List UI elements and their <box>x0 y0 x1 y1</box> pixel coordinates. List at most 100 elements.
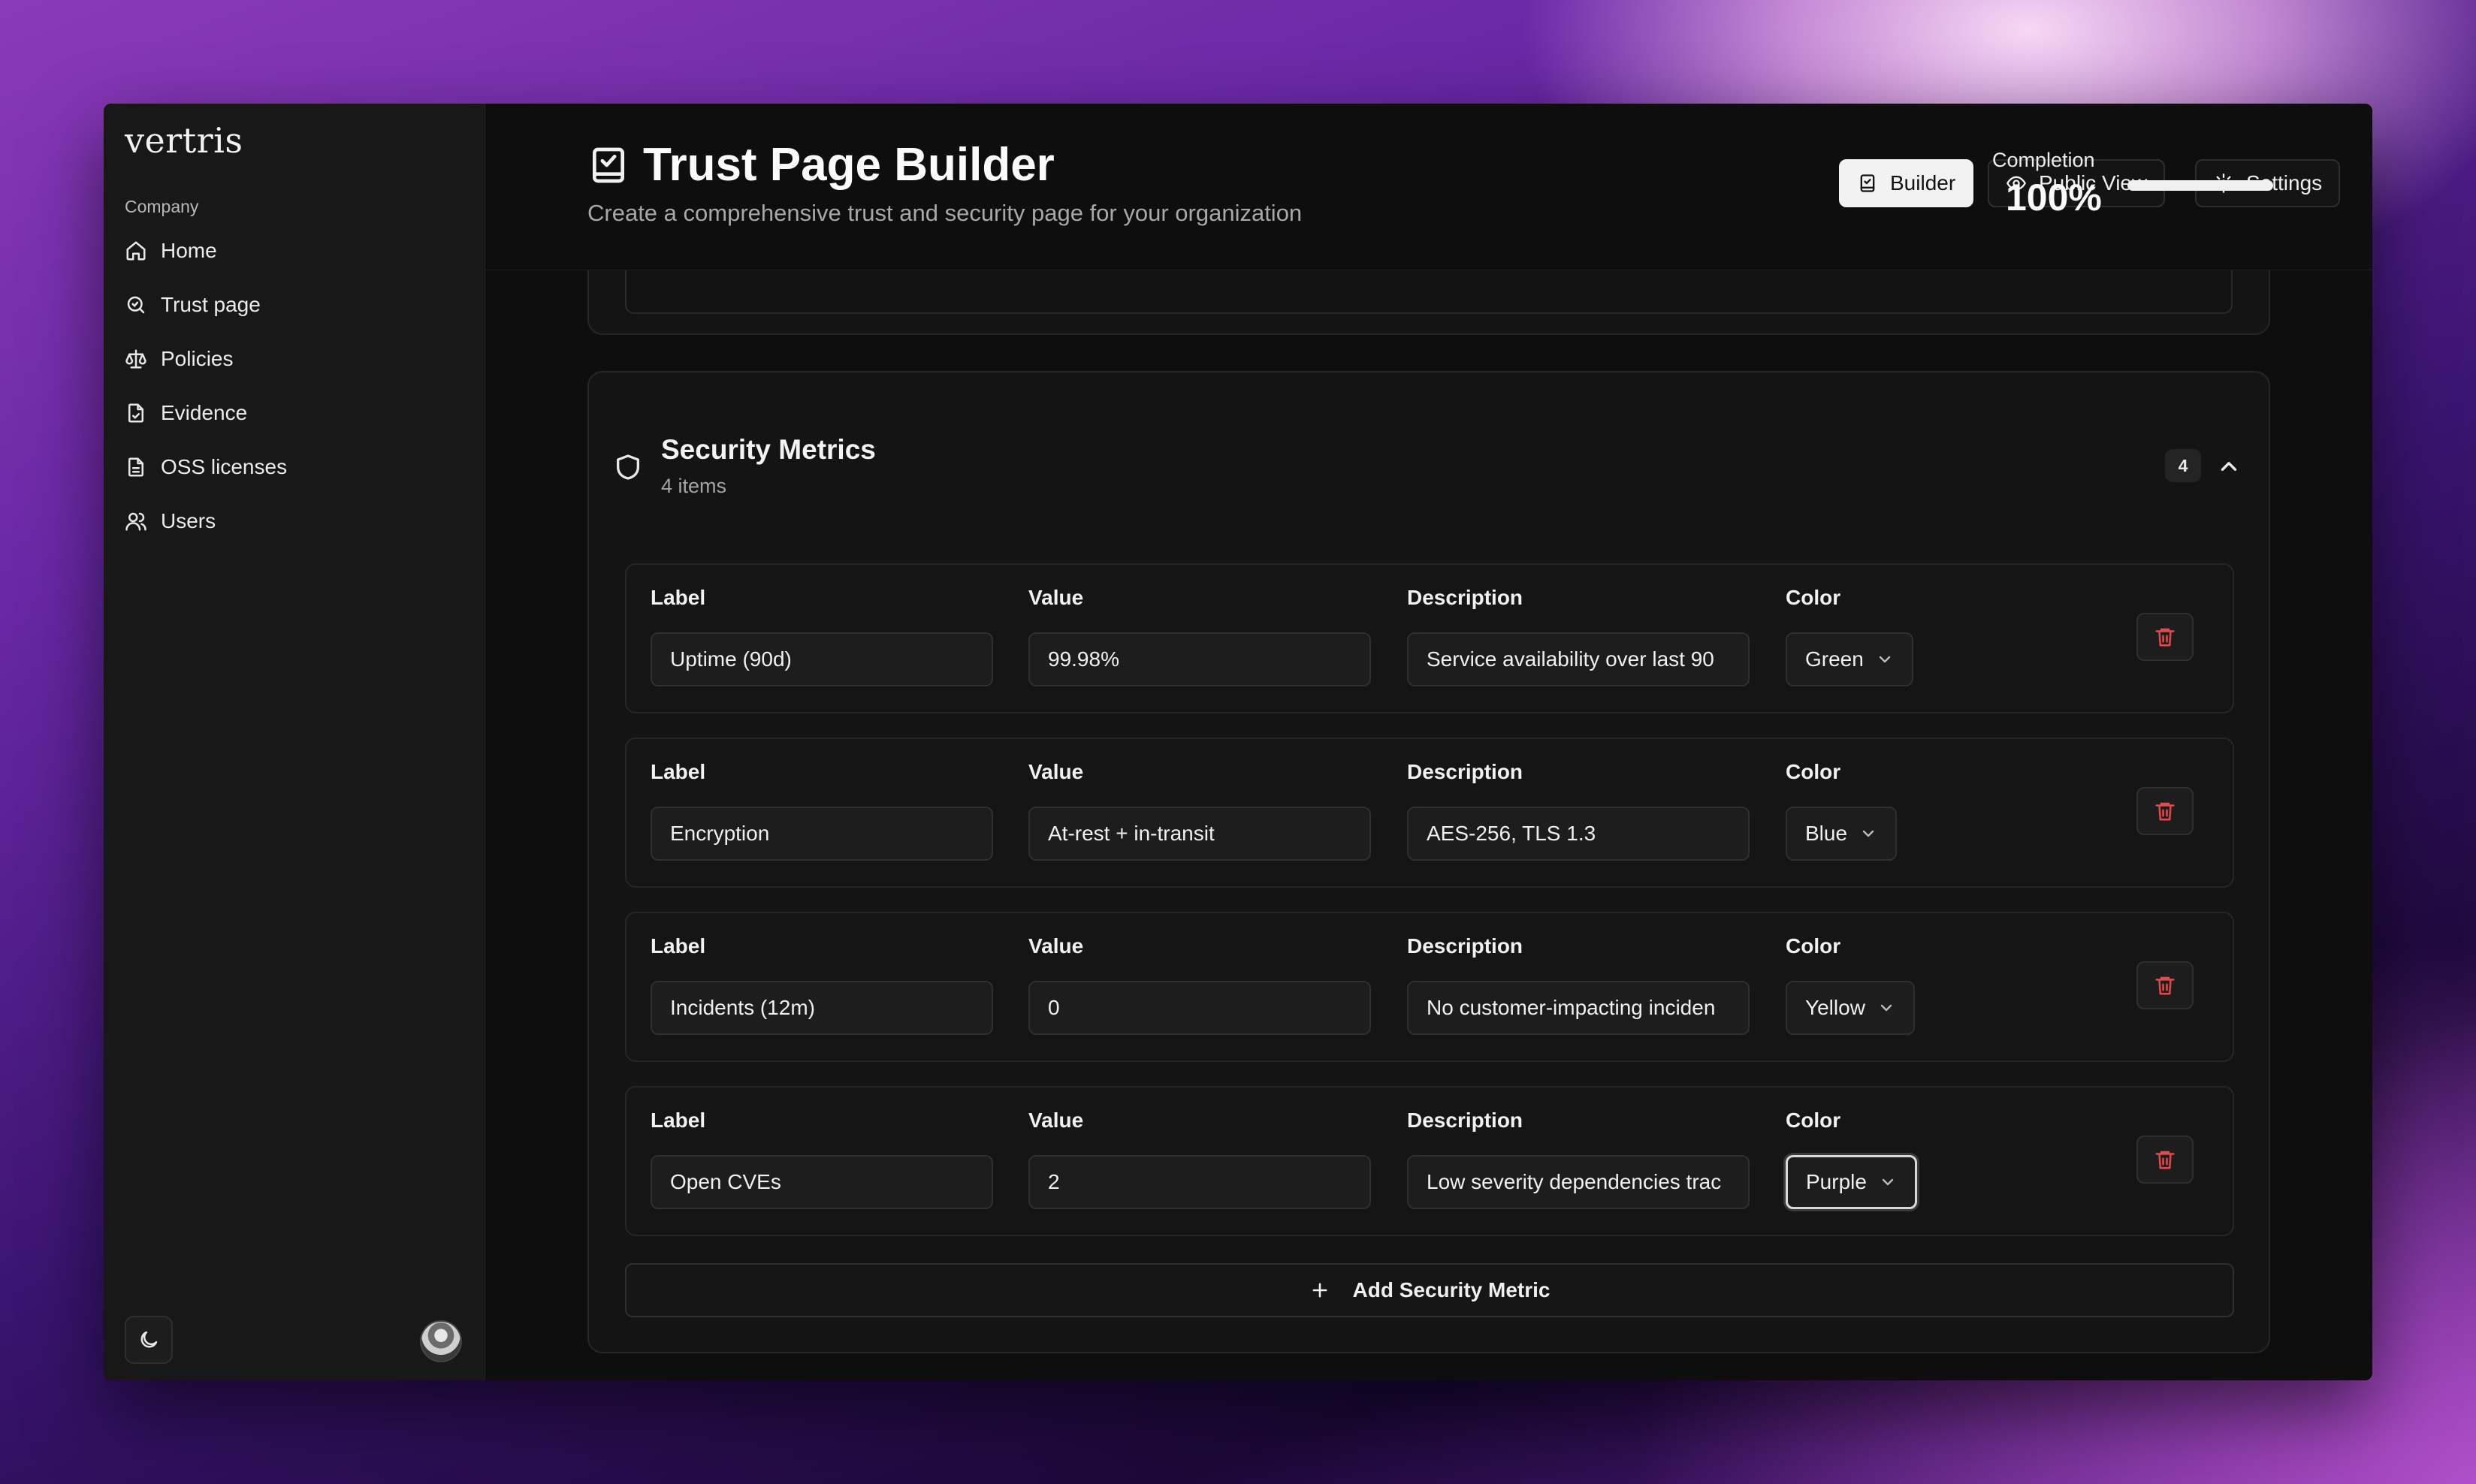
label-header: Label <box>651 1108 706 1132</box>
section-item-count: 4 items <box>661 475 727 497</box>
completion-progress-bar <box>2127 180 2273 191</box>
completion-label: Completion <box>1992 149 2095 171</box>
label-header: Label <box>651 586 706 609</box>
value-input[interactable]: At-rest + in-transit <box>1028 807 1371 861</box>
title-row: Trust Page Builder <box>587 138 1055 192</box>
chevron-down-icon <box>1880 1004 1892 1012</box>
sidebar-nav: Home Trust page Policies Evidence OSS li… <box>125 224 463 548</box>
color-header: Color <box>1786 934 1841 958</box>
completion-progress-fill <box>2127 180 2273 191</box>
page-header: Trust Page Builder Create a comprehensiv… <box>485 104 2372 270</box>
scale-icon <box>125 349 146 369</box>
sidebar-item-oss-licenses[interactable]: OSS licenses <box>125 440 463 494</box>
color-select[interactable]: Purple <box>1786 1155 1917 1209</box>
value-header: Value <box>1028 1108 1084 1132</box>
label-input[interactable]: Open CVEs <box>651 1155 993 1209</box>
color-header: Color <box>1786 586 1841 609</box>
sidebar-item-policies[interactable]: Policies <box>125 332 463 386</box>
count-badge: 4 <box>2165 449 2201 482</box>
app-window: vertris Company Home Trust page Policies… <box>104 104 2372 1380</box>
theme-toggle-button[interactable] <box>125 1316 173 1364</box>
color-select[interactable]: Yellow <box>1786 981 1915 1035</box>
page-subtitle: Create a comprehensive trust and securit… <box>587 200 1303 226</box>
delete-metric-button[interactable] <box>2136 1136 2194 1184</box>
delete-metric-button[interactable] <box>2136 613 2194 661</box>
search-icon <box>127 296 145 314</box>
metric-row: Label Value Description Color Encryption… <box>625 737 2234 888</box>
label-header: Label <box>651 760 706 783</box>
page-title: Trust Page Builder <box>643 139 1055 191</box>
color-select-value: Blue <box>1805 822 1848 845</box>
sidebar-item-label: Users <box>161 509 216 532</box>
builder-label: Builder <box>1890 171 1956 195</box>
color-header: Color <box>1786 760 1841 783</box>
label-header: Label <box>651 934 706 958</box>
sidebar-item-label: Policies <box>161 347 234 370</box>
value-header: Value <box>1028 586 1084 609</box>
add-security-metric-label: Add Security Metric <box>1352 1278 1551 1302</box>
plus-icon <box>1312 1283 1327 1298</box>
value-input[interactable]: 99.98% <box>1028 632 1371 686</box>
completion-value: 100% <box>2006 176 2102 219</box>
shield-icon <box>617 454 639 480</box>
trash-icon <box>2155 976 2175 995</box>
home-icon <box>126 241 146 261</box>
sidebar-item-label: Home <box>161 239 217 262</box>
add-security-metric-button[interactable]: Add Security Metric <box>625 1263 2234 1317</box>
sidebar: vertris Company Home Trust page Policies… <box>104 104 485 1380</box>
color-select-value: Yellow <box>1805 996 1865 1019</box>
label-input[interactable]: Uptime (90d) <box>651 632 993 686</box>
section-title: Security Metrics <box>661 434 876 465</box>
file-text-icon <box>128 457 143 477</box>
users-icon <box>125 512 146 531</box>
trash-icon <box>2155 1151 2175 1169</box>
value-header: Value <box>1028 934 1084 958</box>
value-header: Value <box>1028 760 1084 783</box>
color-select-value: Green <box>1805 647 1864 671</box>
metric-row: Label Value Description Color Open CVEs … <box>625 1086 2234 1236</box>
color-header: Color <box>1786 1108 1841 1132</box>
moon-icon <box>140 1331 158 1348</box>
description-header: Description <box>1407 934 1523 958</box>
sidebar-item-trust-page[interactable]: Trust page <box>125 278 463 332</box>
chevron-up-icon[interactable] <box>2216 454 2242 479</box>
color-select-value: Purple <box>1806 1170 1867 1193</box>
color-select[interactable]: Blue <box>1786 807 1898 861</box>
sidebar-item-label: Evidence <box>161 401 248 424</box>
file-check-icon <box>128 403 143 423</box>
sidebar-section-label: Company <box>125 197 199 216</box>
main-content: Security Metrics 4 items 4 Label Value D… <box>485 104 2372 1380</box>
trash-icon <box>2155 628 2175 647</box>
delete-metric-button[interactable] <box>2136 787 2194 835</box>
metric-row: Label Value Description Color Uptime (90… <box>625 563 2234 713</box>
sidebar-item-evidence[interactable]: Evidence <box>125 386 463 440</box>
description-header: Description <box>1407 586 1523 609</box>
description-header: Description <box>1407 760 1523 783</box>
value-input[interactable]: 2 <box>1028 1155 1371 1209</box>
sidebar-item-home[interactable]: Home <box>125 224 463 278</box>
chevron-down-icon <box>1882 1178 1894 1186</box>
description-input[interactable]: Low severity dependencies trac <box>1407 1155 1750 1209</box>
trash-icon <box>2155 802 2175 821</box>
delete-metric-button[interactable] <box>2136 961 2194 1009</box>
sidebar-item-label: Trust page <box>161 293 261 316</box>
description-input[interactable]: No customer-impacting inciden <box>1407 981 1750 1035</box>
description-header: Description <box>1407 1108 1523 1132</box>
security-metrics-card: Security Metrics 4 items 4 Label Value D… <box>587 371 2270 1353</box>
metric-row: Label Value Description Color Incidents … <box>625 912 2234 1062</box>
clipboard-check-icon <box>593 147 624 182</box>
description-input[interactable]: AES-256, TLS 1.3 <box>1407 807 1750 861</box>
value-input[interactable]: 0 <box>1028 981 1371 1035</box>
sidebar-item-label: OSS licenses <box>161 455 288 478</box>
sidebar-item-users[interactable]: Users <box>125 494 463 548</box>
clipboard-icon <box>1860 174 1875 192</box>
logo[interactable]: vertris <box>125 120 243 161</box>
avatar[interactable] <box>420 1320 462 1362</box>
color-select[interactable]: Green <box>1786 632 1913 686</box>
chevron-down-icon <box>1879 656 1891 663</box>
builder-button[interactable]: Builder <box>1839 159 1974 207</box>
description-input[interactable]: Service availability over last 90 <box>1407 632 1750 686</box>
label-input[interactable]: Encryption <box>651 807 993 861</box>
label-input[interactable]: Incidents (12m) <box>651 981 993 1035</box>
chevron-down-icon <box>1862 830 1874 837</box>
